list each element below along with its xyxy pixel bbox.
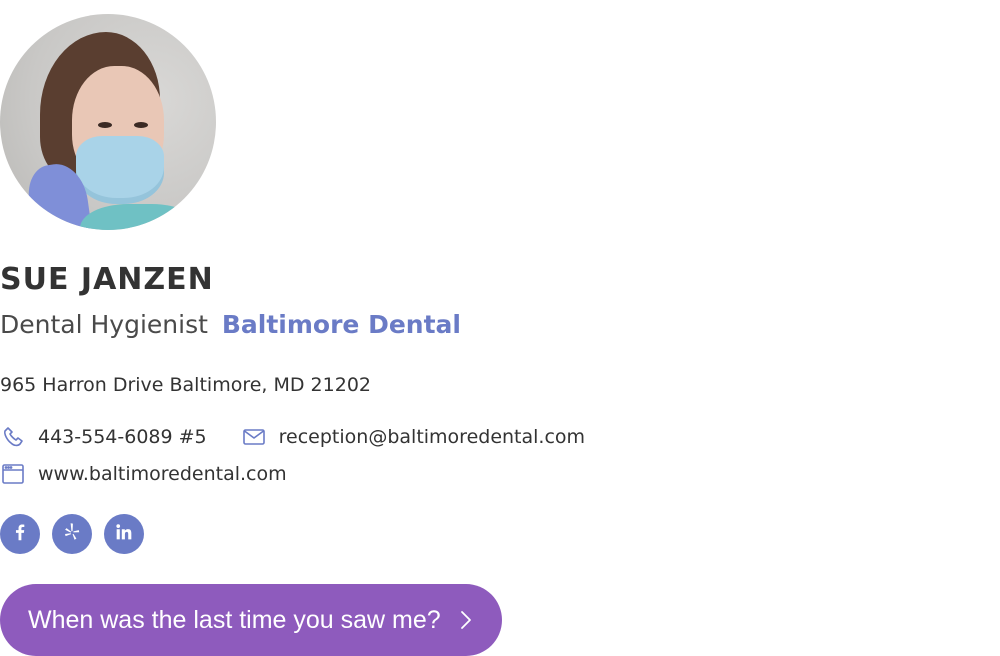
title-line: Dental Hygienist Baltimore Dental xyxy=(0,310,461,339)
envelope-icon xyxy=(241,425,267,449)
cta-button[interactable]: When was the last time you saw me? xyxy=(0,584,502,656)
facebook-icon xyxy=(9,521,31,547)
person-name: SUE JANZEN xyxy=(0,262,214,297)
linkedin-button[interactable] xyxy=(104,514,144,554)
yelp-icon xyxy=(61,521,83,547)
address: 965 Harron Drive Baltimore, MD 21202 xyxy=(0,374,371,396)
yelp-button[interactable] xyxy=(52,514,92,554)
website-url: www.baltimoredental.com xyxy=(38,463,287,485)
cta-label: When was the last time you saw me? xyxy=(28,605,441,634)
social-links xyxy=(0,514,156,554)
avatar-mask xyxy=(76,136,164,204)
email-address: reception@baltimoredental.com xyxy=(278,426,586,448)
avatar-eye xyxy=(98,122,112,128)
email-link[interactable]: reception@baltimoredental.com xyxy=(241,425,585,449)
avatar-eye xyxy=(134,122,148,128)
browser-window-icon xyxy=(0,462,26,486)
contact-row-primary: 443-554-6089 #5 reception@baltimoredenta… xyxy=(0,425,585,449)
avatar-shoulder xyxy=(80,204,200,230)
chevron-right-icon xyxy=(459,609,473,631)
company-link[interactable]: Baltimore Dental xyxy=(222,310,461,339)
linkedin-icon xyxy=(113,521,135,547)
contact-row-secondary: www.baltimoredental.com xyxy=(0,462,287,486)
website-link[interactable]: www.baltimoredental.com xyxy=(0,462,287,486)
phone-link[interactable]: 443-554-6089 #5 xyxy=(0,425,207,449)
facebook-button[interactable] xyxy=(0,514,40,554)
avatar xyxy=(0,14,216,230)
phone-icon xyxy=(0,425,26,449)
job-title: Dental Hygienist xyxy=(0,310,208,339)
phone-number: 443-554-6089 #5 xyxy=(38,426,207,448)
